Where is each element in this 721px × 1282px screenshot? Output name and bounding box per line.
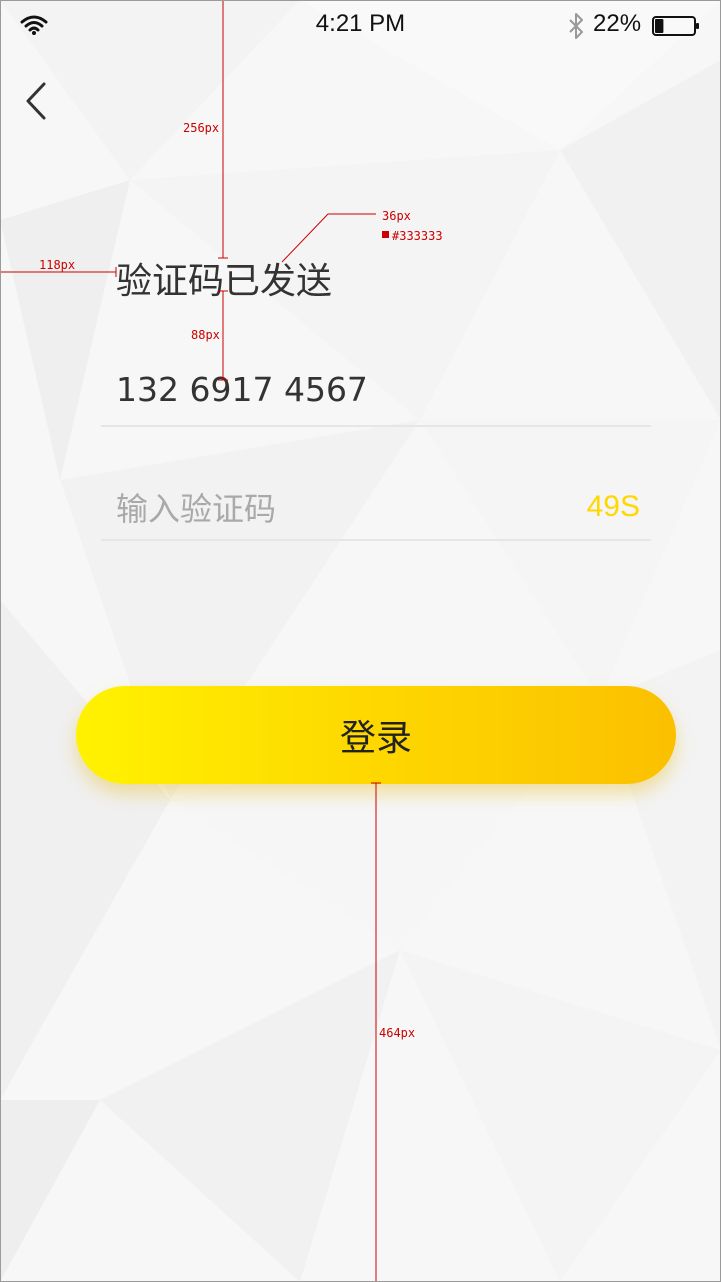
login-button[interactable]: 登录 — [76, 686, 676, 784]
phone-number: 132 6917 4567 — [116, 370, 368, 409]
battery-percent: 22% — [593, 10, 642, 37]
chevron-left-icon — [26, 82, 46, 120]
resend-countdown[interactable]: 49S — [560, 490, 640, 524]
verification-code-input[interactable] — [116, 484, 556, 534]
page-title: 验证码已发送 — [116, 261, 333, 302]
bluetooth-icon — [569, 13, 583, 39]
code-divider — [101, 539, 651, 541]
phone-divider — [101, 425, 651, 427]
status-bar: 4:21 PM 22% — [0, 0, 721, 52]
battery-icon — [652, 16, 699, 36]
back-button[interactable] — [14, 76, 58, 126]
background-pattern — [0, 0, 721, 1282]
